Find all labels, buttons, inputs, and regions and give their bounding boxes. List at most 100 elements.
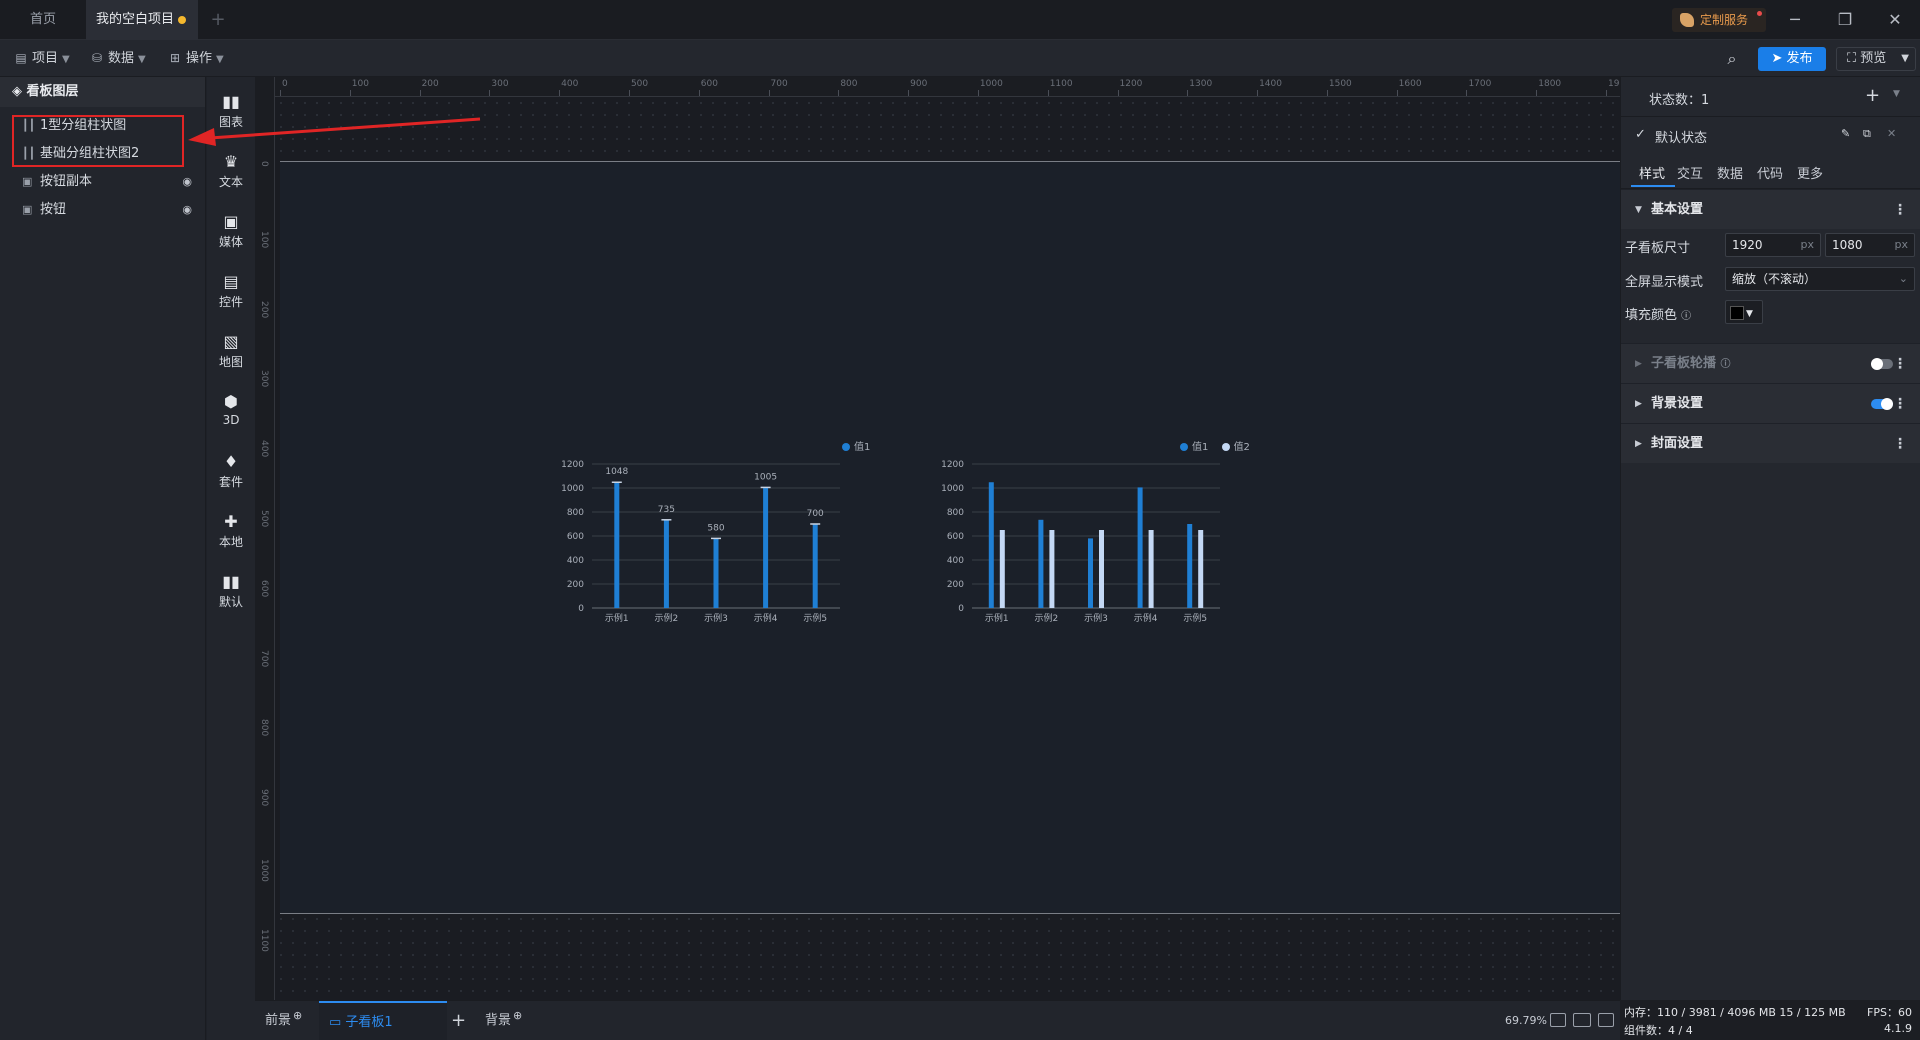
tab-more[interactable]: 更多 [1797,163,1823,182]
section-basic[interactable]: ▼ 基本设置 ⋮ [1621,189,1920,229]
color-swatch [1730,305,1744,320]
tab-code[interactable]: 代码 [1757,163,1783,182]
publish-label: 发布 [1786,51,1813,66]
tab-style[interactable]: 样式 [1639,163,1665,182]
chevron-down-icon[interactable]: ▼ [1893,89,1900,99]
y-tick-label: 200 [947,580,964,590]
bar-chart-1[interactable]: 0 200 400 600 800 1000 1200 1048 示例1 735 示例2 580 示例3… [550,452,850,632]
background-toggle[interactable] [1871,398,1893,410]
category-text[interactable]: ♛ 文本 [207,145,255,205]
service-icon [1680,13,1694,27]
annotation-highlight-box [12,115,184,167]
layer-item[interactable]: ▣ 按钮副本 ◉ [0,168,206,196]
section-cover-title: 封面设置 [1651,436,1704,451]
edit-icon[interactable]: ✎ [1841,127,1850,140]
annotation-arrow [188,117,481,146]
tab-interaction[interactable]: 交互 [1677,163,1703,182]
add-tab-button[interactable]: + [206,0,230,40]
hidden-eye-icon[interactable]: ◉ [182,196,192,224]
ruler-tick [768,90,770,96]
fit-screen-icon[interactable] [1550,1013,1566,1027]
category-kit[interactable]: ♦ 套件 [207,445,255,505]
hidden-eye-icon[interactable]: ◉ [182,168,192,196]
tab-data[interactable]: 数据 [1717,163,1743,182]
data-label: 735 [658,505,675,515]
section-carousel[interactable]: ▶ 子看板轮播 ⓘ ⋮ [1621,343,1920,383]
tab-home[interactable]: 首页 [0,0,86,40]
section-cover[interactable]: ▶ 封面设置 ⋮ [1621,423,1920,463]
bar [663,519,669,608]
menu-project[interactable]: ▤ 项目 ▼ [14,40,69,77]
category-local[interactable]: ✚ 本地 [207,505,255,565]
more-vertical-icon[interactable]: ⋮ [1893,424,1907,464]
add-circle-icon[interactable]: ⊕ [513,1009,522,1022]
copy-icon[interactable]: ⧉ [1863,127,1871,141]
tab-subboard[interactable]: ▭ 子看板1 [319,1001,447,1040]
ruler-label: 1300 [1189,79,1213,89]
layer-item[interactable]: ▣ 按钮 ◉ [0,196,206,224]
database-icon: ⛁ [91,51,103,65]
category-control[interactable]: ▤ 控件 [207,265,255,325]
y-tick-label: 600 [947,532,964,542]
bar [1187,524,1193,608]
close-icon[interactable]: ✕ [1870,0,1920,40]
search-icon[interactable]: ⌕ [1722,49,1742,69]
category-label: 文本 [218,175,243,189]
media-icon: ▣ [223,212,239,231]
tab-project[interactable]: 我的空白项目 [86,0,198,40]
help-icon[interactable]: ⓘ [1721,359,1731,370]
caret-down-icon: ▼ [1635,205,1642,215]
terminal-icon[interactable] [1598,1013,1614,1027]
tab-background[interactable]: 背景 ⊕ [485,1001,522,1040]
height-input[interactable]: 1080 px [1825,233,1915,257]
ruler-label: 500 [259,509,269,528]
bar-chart-2[interactable]: 0 200 400 600 800 1000 1200 示例1 示例2 示例3 示例4 示例5 [930,452,1230,632]
ruler-tick [628,90,630,96]
publish-button[interactable]: ➤ 发布 [1758,47,1826,71]
close-icon[interactable]: ✕ [1887,127,1896,140]
y-tick-label: 0 [958,604,964,614]
category-media[interactable]: ▣ 媒体 [207,205,255,265]
document-icon: ▤ [15,51,27,65]
default-state-row[interactable]: ✓ 默认状态 ✎ ⧉ ✕ [1621,117,1920,153]
artboard[interactable]: 值1 0 200 400 600 800 1000 1200 1048 示例1 735 示例2 580… [280,161,1620,914]
more-vertical-icon[interactable]: ⋮ [1893,344,1907,384]
category-3d[interactable]: ⬢ 3D [207,385,255,445]
preview-button[interactable]: ⛶ 预览 ▼ [1836,47,1916,71]
button-icon: ▣ [22,175,33,188]
caret-right-icon: ▶ [1635,439,1642,449]
tab-foreground[interactable]: 前景 ⊕ [265,1001,302,1040]
active-tab-underline [1631,185,1675,187]
category-label: 套件 [218,475,243,489]
bar [713,538,719,608]
width-input[interactable]: 1920 px [1725,233,1821,257]
category-default[interactable]: ▮▮ 默认 [207,565,255,625]
restore-icon[interactable]: ❐ [1820,0,1870,40]
grid-icon: ⊞ [169,51,181,65]
fullscreen-select[interactable]: 缩放（不滚动） ⌄ [1725,267,1915,291]
fill-color-picker[interactable]: ▼ [1725,300,1763,324]
ruler-label: 1000 [259,858,269,882]
category-map[interactable]: ▧ 地图 [207,325,255,385]
keyboard-icon[interactable] [1573,1013,1591,1027]
minimize-icon[interactable]: ─ [1770,0,1820,40]
add-circle-icon[interactable]: ⊕ [293,1009,302,1022]
bar [812,524,818,608]
carousel-toggle[interactable] [1871,358,1893,370]
arrow-shaft [209,117,481,140]
add-state-icon[interactable]: + [1865,85,1880,106]
custom-service-button[interactable]: 定制服务 [1672,8,1766,32]
menu-data[interactable]: ⛁ 数据 ▼ [90,40,146,77]
x-tick-label: 示例2 [655,612,679,624]
more-vertical-icon[interactable]: ⋮ [1893,384,1907,424]
more-vertical-icon[interactable]: ⋮ [1893,190,1907,230]
ruler-label: 400 [259,440,269,458]
menu-operation[interactable]: ⊞ 操作 ▼ [168,40,224,77]
help-icon[interactable]: ⓘ [1681,311,1691,322]
add-board-button[interactable]: + [451,1001,471,1040]
section-background[interactable]: ▶ 背景设置 ⋮ [1621,383,1920,423]
ruler-label: 1500 [1328,79,1352,89]
x-tick-label: 示例4 [754,612,778,624]
zoom-level[interactable]: 69.79% [1505,1001,1547,1040]
ruler-label: 800 [259,719,269,737]
